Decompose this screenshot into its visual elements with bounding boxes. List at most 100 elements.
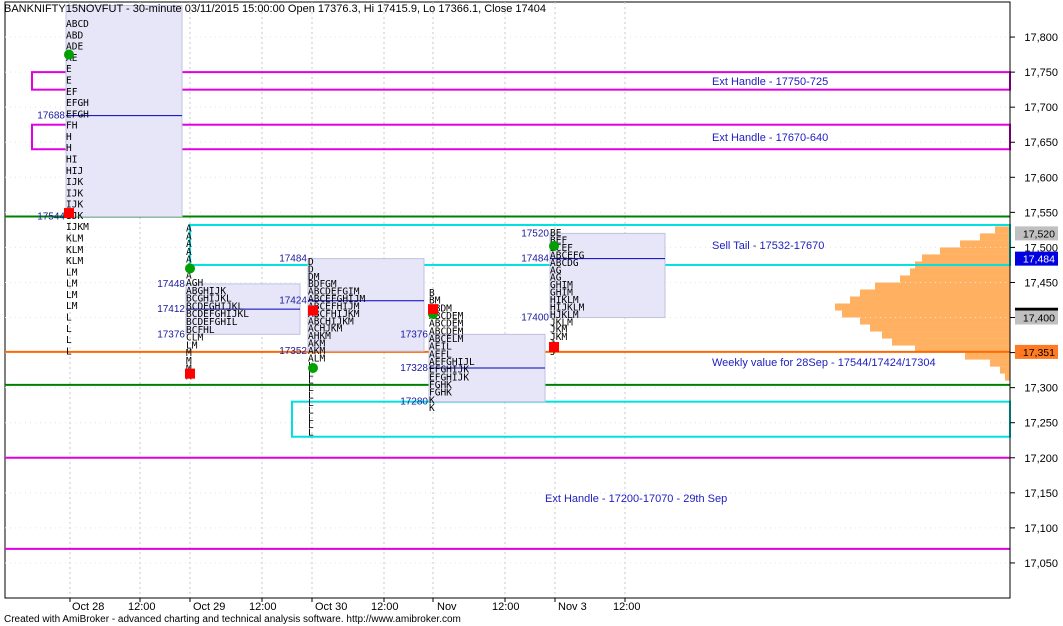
level-label: 17376	[400, 329, 428, 340]
level-label: 17484	[279, 254, 307, 265]
time-tick-label: 12:00	[492, 601, 520, 613]
price-tick-label: 17,700	[1024, 102, 1058, 114]
time-tick-label: Oct 29	[193, 601, 225, 613]
volume-profile-bar	[980, 233, 1010, 241]
volume-profile-bar	[870, 324, 1010, 332]
level-label: 17424	[279, 296, 307, 307]
price-tick-label: 17,650	[1024, 137, 1058, 149]
price-tag-label: 17,351	[1023, 347, 1055, 359]
time-tick-label: Oct 30	[315, 601, 347, 613]
tpo-row: KLM	[66, 245, 83, 256]
tpo-row: EFGH	[66, 109, 89, 120]
price-tag-label: 17,520	[1023, 228, 1055, 240]
volume-profile-bar	[1000, 366, 1010, 374]
tpo-row: H	[66, 132, 72, 143]
tpo-row: IJK	[66, 177, 83, 188]
volume-profile-bar	[850, 296, 1010, 304]
tpo-row: LM	[66, 301, 78, 312]
level-label: 17376	[157, 329, 185, 340]
zone-label: Ext Handle - 17670-640	[712, 132, 828, 144]
tpo-row: EFGH	[66, 98, 89, 109]
volume-profile-bar	[882, 331, 1010, 339]
price-tick-label: 17,450	[1024, 277, 1058, 289]
tpo-row: L	[66, 335, 72, 346]
zone-label: Ext Handle - 17750-725	[712, 76, 828, 88]
volume-profile-bar	[860, 317, 1010, 325]
level-label: 17280	[400, 397, 428, 408]
time-tick-label: Nov 3	[558, 601, 587, 613]
price-tick-label: 17,200	[1024, 453, 1058, 465]
reference-line-label: Ext Handle - 17200-17070 - 29th Sep	[545, 493, 727, 505]
volume-profile-bar	[1005, 373, 1010, 381]
session-open-dot	[549, 241, 559, 252]
session-close-square	[428, 304, 438, 315]
volume-profile-bar	[965, 352, 1010, 360]
session-open-dot	[185, 263, 195, 274]
price-tick-label: 17,600	[1024, 172, 1058, 184]
price-tick-label: 17,050	[1024, 558, 1058, 570]
time-tick-label: Oct 28	[72, 601, 104, 613]
tpo-row: ABD	[66, 30, 83, 41]
tpo-row: EF	[66, 87, 78, 98]
price-tick-label: 17,250	[1024, 418, 1058, 430]
time-tick-label: 12:00	[128, 601, 156, 613]
volume-profile-bar	[960, 240, 1010, 248]
level-label: 17328	[400, 363, 428, 374]
price-tick-label: 17,750	[1024, 67, 1058, 79]
tpo-row: LM	[66, 290, 78, 301]
tpo-row: KLM	[66, 234, 83, 245]
session-open-dot	[64, 49, 74, 60]
price-tag-label: 17,400	[1023, 313, 1055, 325]
session-close-square	[308, 305, 318, 316]
tpo-row: L	[66, 346, 72, 357]
tpo-row: ABCD	[66, 19, 89, 30]
volume-profile-bar	[900, 275, 1010, 283]
reference-line-label: Weekly value for 28Sep - 17544/17424/173…	[712, 357, 936, 369]
zone-label: Sell Tail - 17532-17670	[712, 240, 824, 252]
time-tick-label: 12:00	[249, 601, 277, 613]
tpo-row: L	[308, 428, 314, 439]
time-tick-label: 12:00	[371, 601, 399, 613]
session-close-square	[185, 368, 195, 379]
tpo-row: FH	[66, 121, 78, 132]
level-label: 17400	[521, 313, 549, 324]
tpo-row: H	[66, 143, 72, 154]
footer-credit: Created with AmiBroker - advanced charti…	[4, 614, 461, 625]
session-open-dot	[308, 363, 318, 374]
level-label: 17484	[521, 254, 549, 265]
tpo-row: LM	[66, 267, 78, 278]
volume-profile-bar	[940, 247, 1010, 255]
level-label: 17352	[279, 346, 307, 357]
time-tick-label: Nov	[437, 601, 457, 613]
session-close-square	[549, 341, 559, 352]
volume-profile-bar	[892, 338, 1010, 346]
tpo-row: E	[66, 75, 72, 86]
chart-title: BANKNIFTY15NOVFUT - 30-minute 03/11/2015…	[4, 3, 546, 15]
volume-profile-bar	[990, 359, 1010, 367]
level-label: 17412	[157, 304, 185, 315]
volume-profile-bar	[875, 282, 1010, 290]
tpo-row: LM	[66, 279, 78, 290]
price-tick-label: 17,150	[1024, 488, 1058, 500]
tpo-row: HIJ	[66, 166, 83, 177]
session-close-square	[64, 208, 74, 219]
tpo-row: L	[66, 313, 72, 324]
tpo-row: K	[429, 403, 435, 414]
level-label: 17448	[157, 279, 185, 290]
volume-profile-bar	[995, 226, 1010, 234]
price-tick-label: 17,800	[1024, 32, 1058, 44]
price-tag-label: 17,484	[1023, 254, 1055, 266]
price-tick-label: 17,550	[1024, 207, 1058, 219]
tpo-row: E	[66, 64, 72, 75]
volume-profile-bar	[842, 310, 1010, 318]
volume-profile-bar	[860, 289, 1010, 297]
tpo-row: IJK	[66, 188, 83, 199]
time-tick-label: 12:00	[613, 601, 641, 613]
volume-profile-bar	[835, 303, 1010, 311]
level-label: 17688	[37, 111, 65, 122]
tpo-row: L	[66, 324, 72, 335]
level-label: 17520	[521, 228, 549, 239]
volume-profile-bar	[922, 254, 1010, 262]
price-tick-label: 17,300	[1024, 383, 1058, 395]
tpo-row: IJKM	[66, 222, 89, 233]
